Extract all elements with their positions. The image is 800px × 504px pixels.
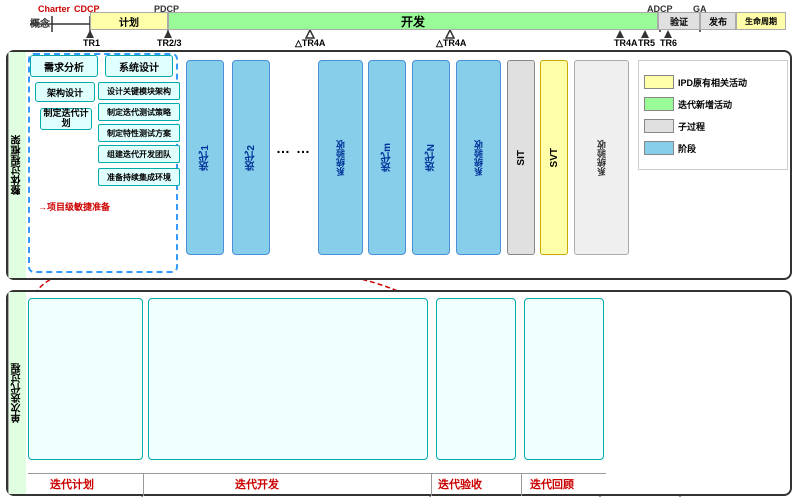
iter-review-phase-label: 迭代回顾: [530, 476, 574, 492]
tr1-marker: TR1: [83, 38, 100, 48]
prepare-env-box: 准备持续集成环境: [98, 168, 180, 186]
lifecycle-label: 生命周期: [745, 16, 777, 27]
itern-label: 迭代N: [424, 144, 439, 171]
iter-plan-group: 调整版本迭代计划 Story划分 制定项目组迭代计划 Story Est: [28, 298, 143, 460]
build-iter-team-box: 组建迭代开发团队: [98, 145, 180, 163]
char-test-plan-box: 制定特性测试方案: [98, 124, 180, 142]
lifecycle-phase-block: 生命周期: [736, 12, 786, 30]
tr4a-1-marker: △TR4A: [295, 38, 325, 49]
svt-block: SVT: [540, 60, 568, 255]
charter-label: Charter: [38, 4, 70, 14]
legend-item-2: 迭代新增活动: [644, 97, 732, 111]
sit-label: SIT: [516, 150, 527, 166]
sys-verify-end-block: 系统验收: [456, 60, 501, 255]
design-key-box: 设计关键模块架构: [98, 82, 180, 100]
verify-phase-block: 验证: [658, 12, 700, 30]
plan-phase-block: 计划: [90, 12, 168, 30]
plan-label: 计划: [119, 14, 139, 29]
main-layout: Charter CDCP PDCP ADCP GA 概念 计划 开发 验证 发布…: [0, 0, 800, 504]
verify-label: 验证: [670, 15, 688, 28]
release-label: 发布: [709, 15, 727, 28]
iter1-label: 迭代1: [198, 145, 213, 171]
iter2-label: 迭代2: [244, 145, 259, 171]
upper-left-label: 整体过程框架: [8, 52, 26, 278]
sys-verify-mid-block: 系统验收: [318, 60, 363, 255]
iter-test-group: 迭代测试 客户规模验收 迭代评估: [436, 298, 516, 460]
sys-verify-mid-label: 系统验收: [334, 140, 347, 176]
release-phase-block: 发布: [700, 12, 736, 30]
iter-plan-phase-label: 迭代计划: [50, 476, 94, 492]
legend-sub-text: 子过程: [678, 120, 705, 133]
project-agile-ready: →项目级敏捷准备: [38, 200, 110, 213]
tr23-marker: TR2/3: [157, 38, 182, 48]
sys-verify-end-label: 系统验收: [472, 140, 485, 176]
iter1-block: 迭代1: [186, 60, 224, 255]
lower-sep-2: [431, 473, 432, 496]
itern-block: 迭代N: [412, 60, 450, 255]
legend-panel: IPD原有相关活动 迭代新增活动 子过程 阶段: [638, 60, 788, 170]
tr4a-2-marker: △TR4A: [436, 38, 466, 49]
svt-label: SVT: [549, 148, 560, 167]
iter2-block: 迭代2: [232, 60, 270, 255]
dots-1: …: [276, 140, 290, 156]
legend-ipd-text: IPD原有相关活动: [678, 76, 747, 89]
sys-verify-final-label: 系统验收: [595, 140, 608, 176]
tr5-marker: TR5: [638, 38, 655, 48]
iter-dev-phase-label: 迭代开发: [235, 476, 279, 492]
lower-footer-line: [28, 473, 606, 474]
lower-sep-1: [143, 473, 144, 496]
sys-verify-final: 系统验收: [574, 60, 629, 255]
concept-phase: 概念: [30, 15, 50, 30]
iter-review-group: 迭代回顾: [524, 298, 604, 460]
iter-plan-box: 制定迭代计划: [40, 108, 92, 130]
tr6-marker: TR6: [660, 38, 677, 48]
iter-dev-group: Story分析 资料设计 资料开发 Story设计 Story实现 Story用…: [148, 298, 428, 460]
legend-item-3: 子过程: [644, 119, 705, 133]
legend-item-4: 阶段: [644, 141, 696, 155]
legend-new-text: 迭代新增活动: [678, 98, 732, 111]
iter-test-strategy-box: 制定迭代测试策略: [98, 103, 180, 121]
iterm-block: 迭代m: [368, 60, 406, 255]
dev-phase-block: 开发: [168, 12, 658, 30]
legend-phase-text: 阶段: [678, 142, 696, 155]
arch-design-box: 架构设计: [35, 82, 95, 102]
lower-left-label: 单次迭代过程: [8, 292, 26, 494]
lower-sep-3: [521, 473, 522, 496]
sit-block: SIT: [507, 60, 535, 255]
iterm-label: 迭代m: [380, 143, 395, 172]
legend-item-1: IPD原有相关活动: [644, 75, 747, 89]
iter-verify-phase-label: 迭代验收: [438, 476, 482, 492]
tr4-marker: TR4A: [614, 38, 638, 48]
dots-2: …: [296, 140, 310, 156]
dev-label: 开发: [401, 13, 425, 30]
